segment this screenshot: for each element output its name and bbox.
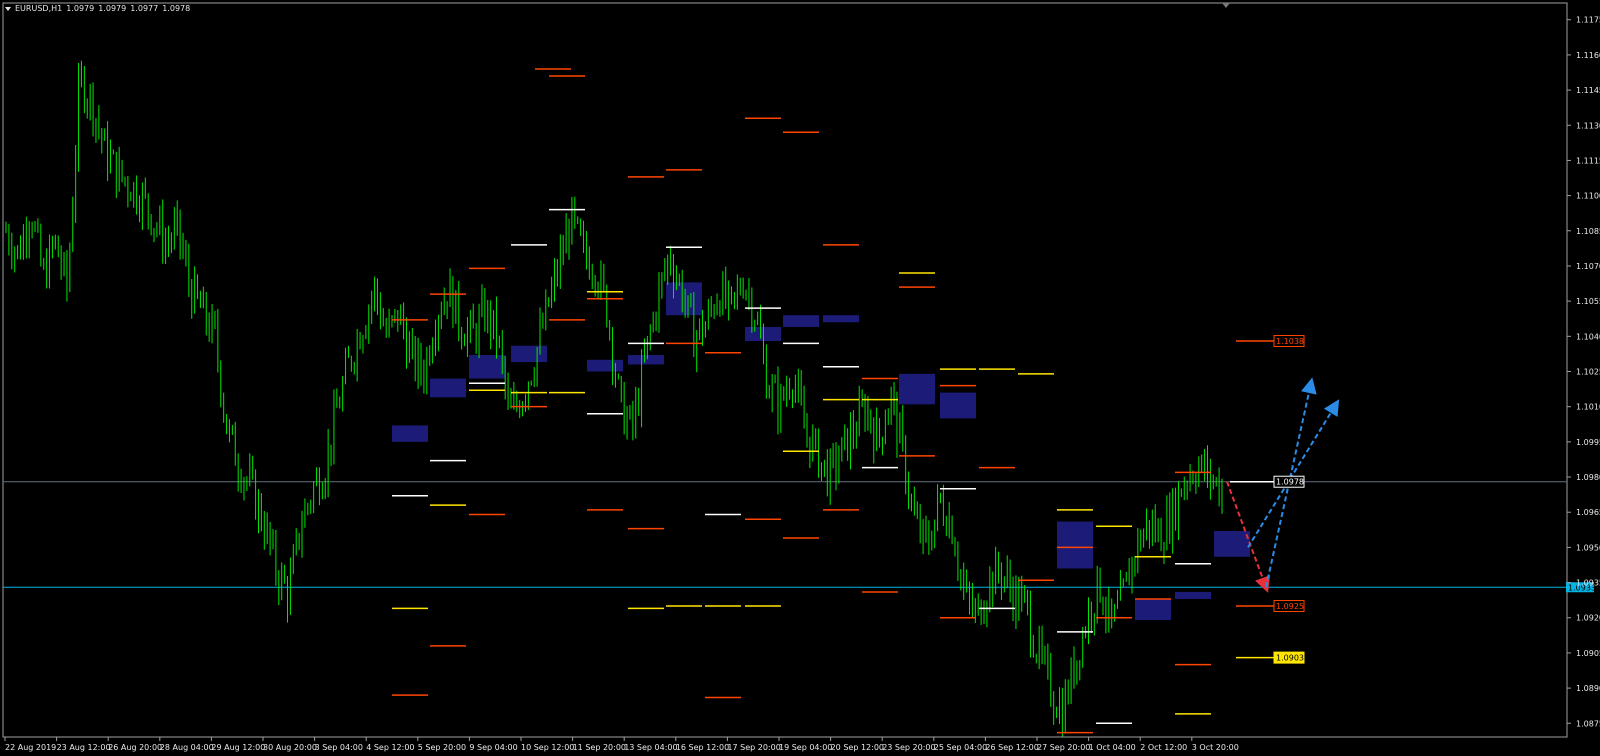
- zone-box[interactable]: [587, 359, 623, 372]
- symbol-name: EURUSD,H1: [15, 4, 63, 13]
- price-chart[interactable]: 1.10381.09781.09331.09251.0903 1.11751.1…: [0, 0, 1600, 756]
- zone-box[interactable]: [430, 378, 466, 398]
- price-tick-label: 1.1100: [1576, 192, 1600, 201]
- time-tick-label: 10 Sep 12:00: [521, 743, 574, 752]
- price-tick-label: 1.0920: [1576, 614, 1600, 623]
- price-tag-label: 1.0903: [1276, 654, 1304, 663]
- price-tick-label: 1.0965: [1576, 508, 1600, 517]
- time-tick-label: 9 Sep 04:00: [469, 743, 517, 752]
- price-tick-label: 1.0905: [1576, 649, 1600, 658]
- ohlc-high: 1.0979: [98, 4, 127, 13]
- chart-menu-arrow-icon[interactable]: [5, 6, 11, 11]
- time-tick-label: 26 Sep 12:00: [985, 743, 1038, 752]
- time-tick-label: 19 Sep 04:00: [779, 743, 832, 752]
- zone-box[interactable]: [783, 315, 819, 327]
- chart-window[interactable]: 1.10381.09781.09331.09251.0903 1.11751.1…: [0, 0, 1600, 756]
- symbol-caption: EURUSD,H1 1.0979 1.0979 1.0977 1.0978: [5, 4, 190, 13]
- price-tick-label: 1.0935: [1576, 579, 1600, 588]
- zone-box[interactable]: [511, 345, 547, 363]
- time-tick-label: 11 Sep 20:00: [573, 743, 626, 752]
- price-tick-label: 1.0875: [1576, 719, 1600, 728]
- price-tick-label: 1.1145: [1576, 86, 1600, 95]
- price-tick-label: 1.1055: [1576, 297, 1600, 306]
- price-tick-label: 1.1025: [1576, 368, 1600, 377]
- time-tick-label: 3 Sep 04:00: [315, 743, 363, 752]
- price-tick-label: 1.0890: [1576, 684, 1600, 693]
- time-tick-label: 16 Sep 12:00: [676, 743, 729, 752]
- zone-box[interactable]: [899, 373, 935, 405]
- zone-box[interactable]: [1057, 521, 1093, 569]
- zone-box[interactable]: [666, 282, 702, 316]
- price-tick-label: 1.0995: [1576, 438, 1600, 447]
- zone-box[interactable]: [823, 315, 859, 323]
- time-tick-label: 23 Aug 12:00: [57, 743, 111, 752]
- time-tick-label: 22 Aug 2019: [5, 743, 56, 752]
- price-tick-label: 1.1175: [1576, 16, 1600, 25]
- ohlc-low: 1.0977: [130, 4, 159, 13]
- time-tick-label: 20 Sep 12:00: [831, 743, 884, 752]
- price-tag-label: 1.0925: [1276, 602, 1304, 611]
- price-tag-label: 1.1038: [1276, 337, 1304, 346]
- time-tick-label: 3 Oct 20:00: [1192, 743, 1239, 752]
- price-tick-label: 1.0950: [1576, 543, 1600, 552]
- chart-frame: [2, 2, 1568, 738]
- price-tick-label: 1.1160: [1576, 51, 1600, 60]
- price-tick-label: 1.1085: [1576, 227, 1600, 236]
- zone-box[interactable]: [1175, 591, 1211, 599]
- zone-box[interactable]: [1214, 530, 1250, 557]
- time-tick-label: 13 Sep 04:00: [624, 743, 677, 752]
- price-tick-label: 1.1130: [1576, 121, 1600, 130]
- time-tick-label: 5 Sep 20:00: [418, 743, 466, 752]
- price-tick-label: 1.1115: [1576, 156, 1600, 165]
- zone-box[interactable]: [1135, 598, 1171, 621]
- time-tick-label: 28 Aug 04:00: [160, 743, 214, 752]
- price-tick-label: 1.1040: [1576, 332, 1600, 341]
- zone-box[interactable]: [628, 355, 664, 365]
- price-tick-label: 1.0980: [1576, 473, 1600, 482]
- time-tick-label: 30 Aug 20:00: [263, 743, 317, 752]
- zone-box[interactable]: [940, 392, 976, 419]
- price-tag-label: 1.0978: [1276, 478, 1304, 487]
- chart-shift-marker-icon[interactable]: [1222, 3, 1230, 8]
- zone-box[interactable]: [469, 355, 505, 379]
- price-tick-label: 1.1010: [1576, 403, 1600, 412]
- time-tick-label: 4 Sep 12:00: [366, 743, 414, 752]
- time-tick-label: 27 Sep 20:00: [1037, 743, 1090, 752]
- zone-box[interactable]: [392, 425, 428, 442]
- time-tick-label: 23 Sep 20:00: [882, 743, 935, 752]
- ohlc-close: 1.0978: [162, 4, 191, 13]
- time-tick-label: 2 Oct 12:00: [1140, 743, 1187, 752]
- price-tick-label: 1.1070: [1576, 262, 1600, 271]
- time-tick-label: 17 Sep 20:00: [727, 743, 780, 752]
- time-tick-label: 26 Aug 20:00: [108, 743, 162, 752]
- time-tick-label: 29 Aug 12:00: [211, 743, 265, 752]
- time-tick-label: 1 Oct 04:00: [1089, 743, 1136, 752]
- ohlc-open: 1.0979: [66, 4, 95, 13]
- time-tick-label: 25 Sep 04:00: [934, 743, 987, 752]
